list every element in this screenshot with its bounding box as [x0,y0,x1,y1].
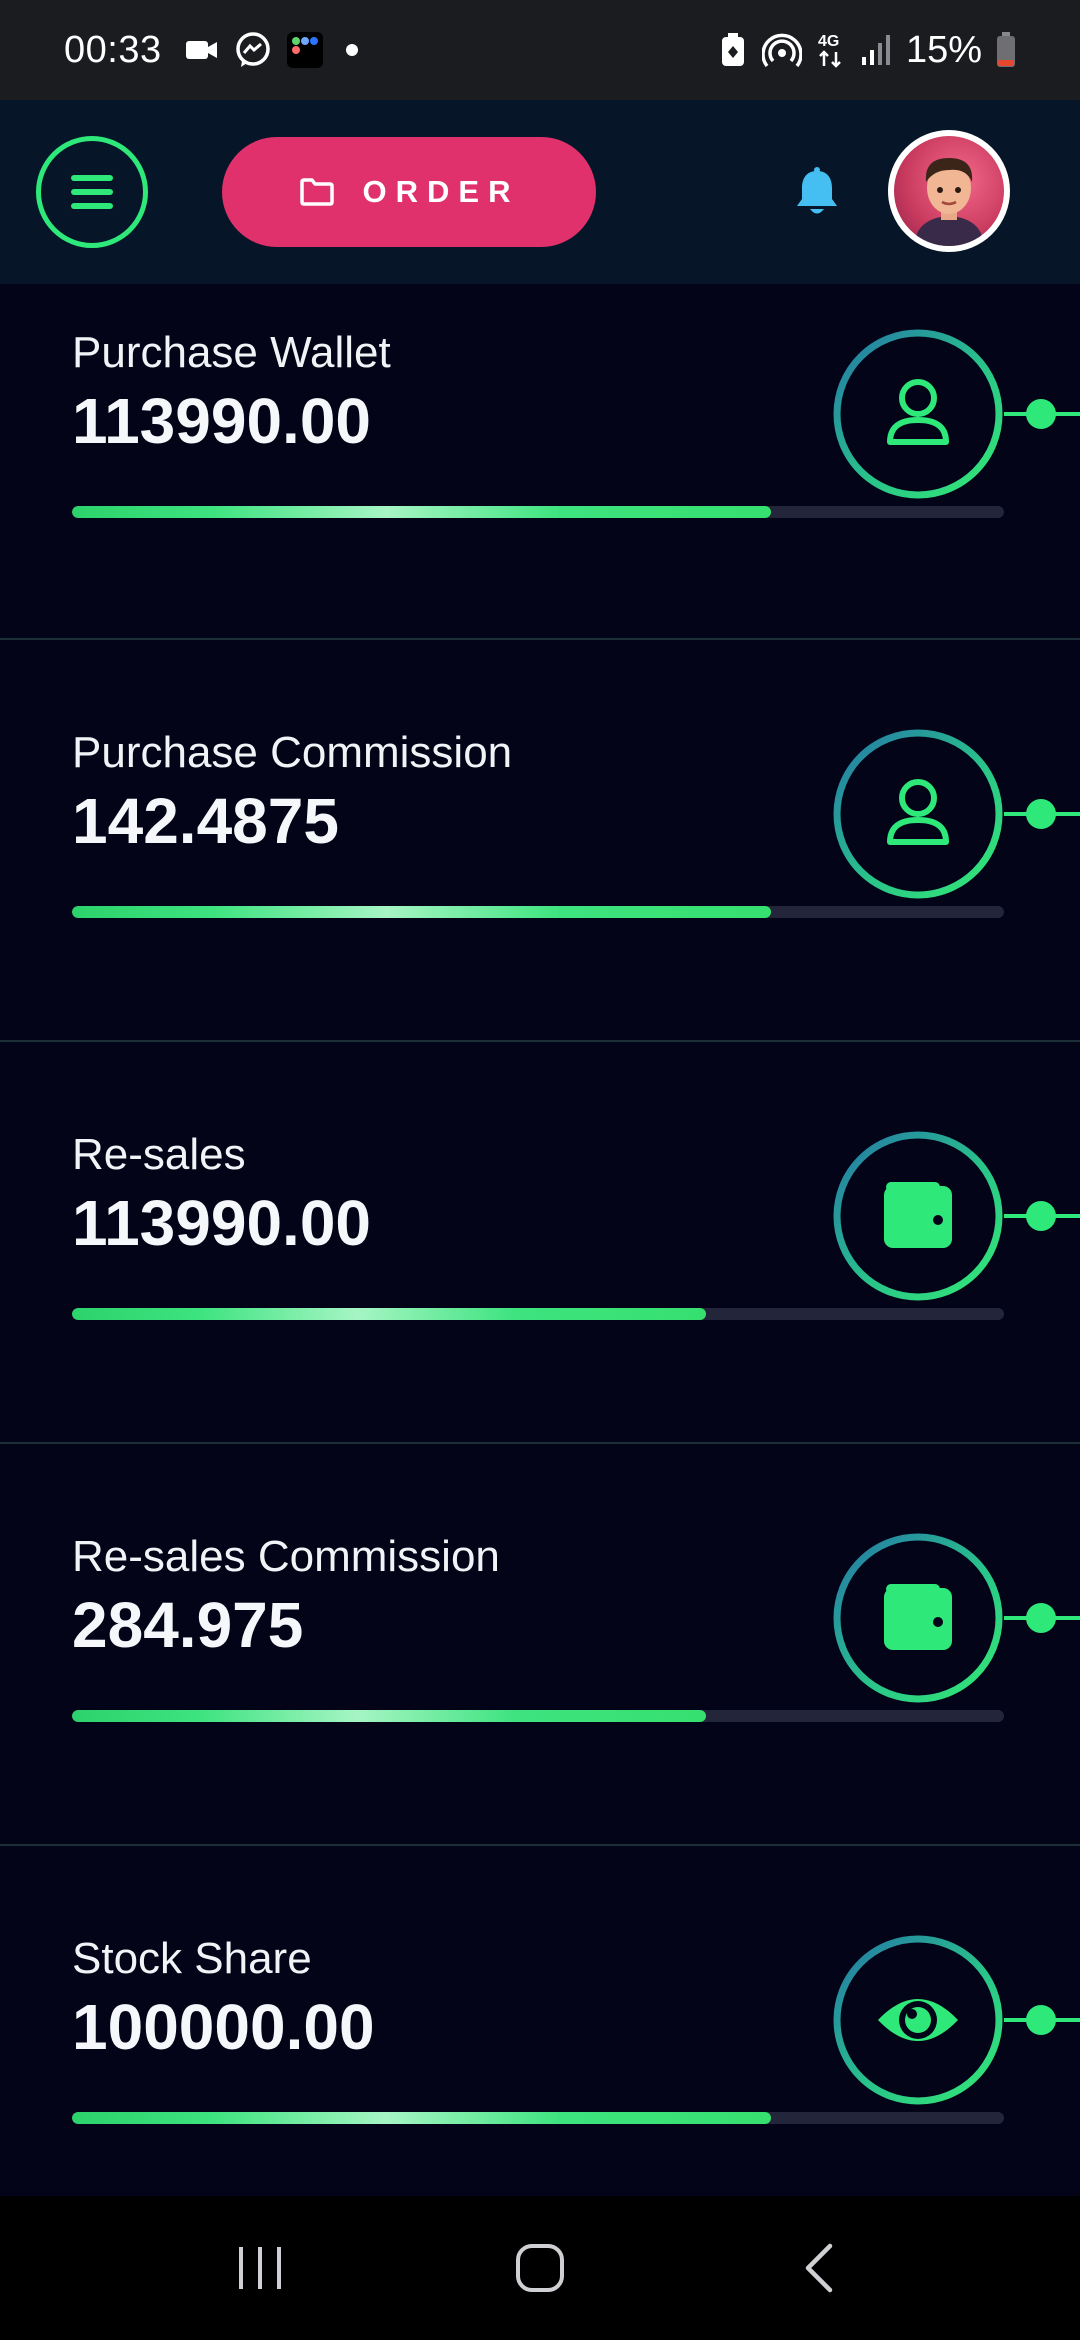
card-title: Stock Share [72,1934,312,1983]
icon-ring [833,1131,1003,1301]
user-icon [887,379,949,445]
battery-icon [996,32,1016,68]
connector-dot [1026,399,1056,429]
connector-dot [1026,1201,1056,1231]
card-title: Re-sales Commission [72,1532,500,1581]
system-icons: 4G 15% [718,29,1016,72]
card-value: 113990.00 [72,385,371,457]
messenger-icon [234,31,272,69]
connector-dot [1026,1603,1056,1633]
app-grid-icon [286,31,324,69]
user-icon [887,779,949,845]
home-button[interactable] [480,2218,600,2318]
wallet-icon [884,1182,952,1248]
wallet-card-list: Purchase Wallet 113990.00 Purchase Commi… [0,284,1080,2196]
connector-dot [1026,799,1056,829]
progress-fill [72,2112,771,2124]
card-title: Purchase Commission [72,728,513,777]
card-stock-share[interactable]: Stock Share 100000.00 [0,1848,1080,2196]
back-icon [805,2243,833,2293]
notification-icons [184,31,324,69]
screen: 00:33 4G 15% ORDER Purchase Wallet 11399… [0,0,1080,2340]
video-call-icon [184,36,220,64]
icon-ring [833,1533,1003,1703]
system-nav-bar [0,2196,1080,2340]
icon-ring [833,1935,1003,2105]
bell-icon [797,167,837,214]
folder-icon [299,178,334,206]
card-value: 100000.00 [72,1991,375,2063]
eye-icon [878,1999,958,2041]
progress-fill [72,506,771,518]
card-title: Purchase Wallet [72,328,391,377]
status-time: 00:33 [64,28,162,71]
hotspot-icon [761,31,802,69]
icon-ring [833,729,1003,899]
back-button[interactable] [760,2218,880,2318]
progress-bar [72,1308,1004,1320]
more-notifications-dot [345,44,358,56]
progress-fill [72,906,771,918]
progress-bar [72,1710,1004,1722]
order-button[interactable]: ORDER [222,137,596,247]
icon-ring [833,329,1003,499]
card-value: 113990.00 [72,1187,371,1259]
notification-bell-button[interactable] [794,166,840,218]
home-icon [516,2244,564,2292]
battery-saver-icon [718,32,748,68]
card-purchase-wallet[interactable]: Purchase Wallet 113990.00 [0,284,1080,640]
card-re-sales[interactable]: Re-sales 113990.00 [0,1044,1080,1444]
avatar[interactable] [888,130,1010,252]
progress-bar [72,2112,1004,2124]
menu-button[interactable] [36,136,148,248]
card-title: Re-sales [72,1130,246,1179]
svg-text:4G: 4G [818,33,839,50]
card-purchase-commission[interactable]: Purchase Commission 142.4875 [0,642,1080,1042]
battery-percentage: 15% [905,28,982,71]
card-re-sales-commission[interactable]: Re-sales Commission 284.975 [0,1446,1080,1846]
app-header: ORDER [0,100,1080,284]
progress-bar [72,506,1004,518]
progress-fill [72,1710,706,1722]
status-bar: 00:33 4G 15% [0,0,1080,100]
progress-bar [72,906,1004,918]
card-value: 284.975 [72,1589,304,1661]
connector-dot [1026,2005,1056,2035]
menu-icon [71,175,113,209]
signal-icon [860,33,892,67]
4g-icon: 4G [816,30,846,70]
recent-apps-button[interactable] [200,2218,320,2318]
order-label: ORDER [362,174,520,209]
recent-apps-icon [239,2247,281,2289]
card-value: 142.4875 [72,785,339,857]
progress-fill [72,1308,706,1320]
wallet-icon [884,1584,952,1650]
